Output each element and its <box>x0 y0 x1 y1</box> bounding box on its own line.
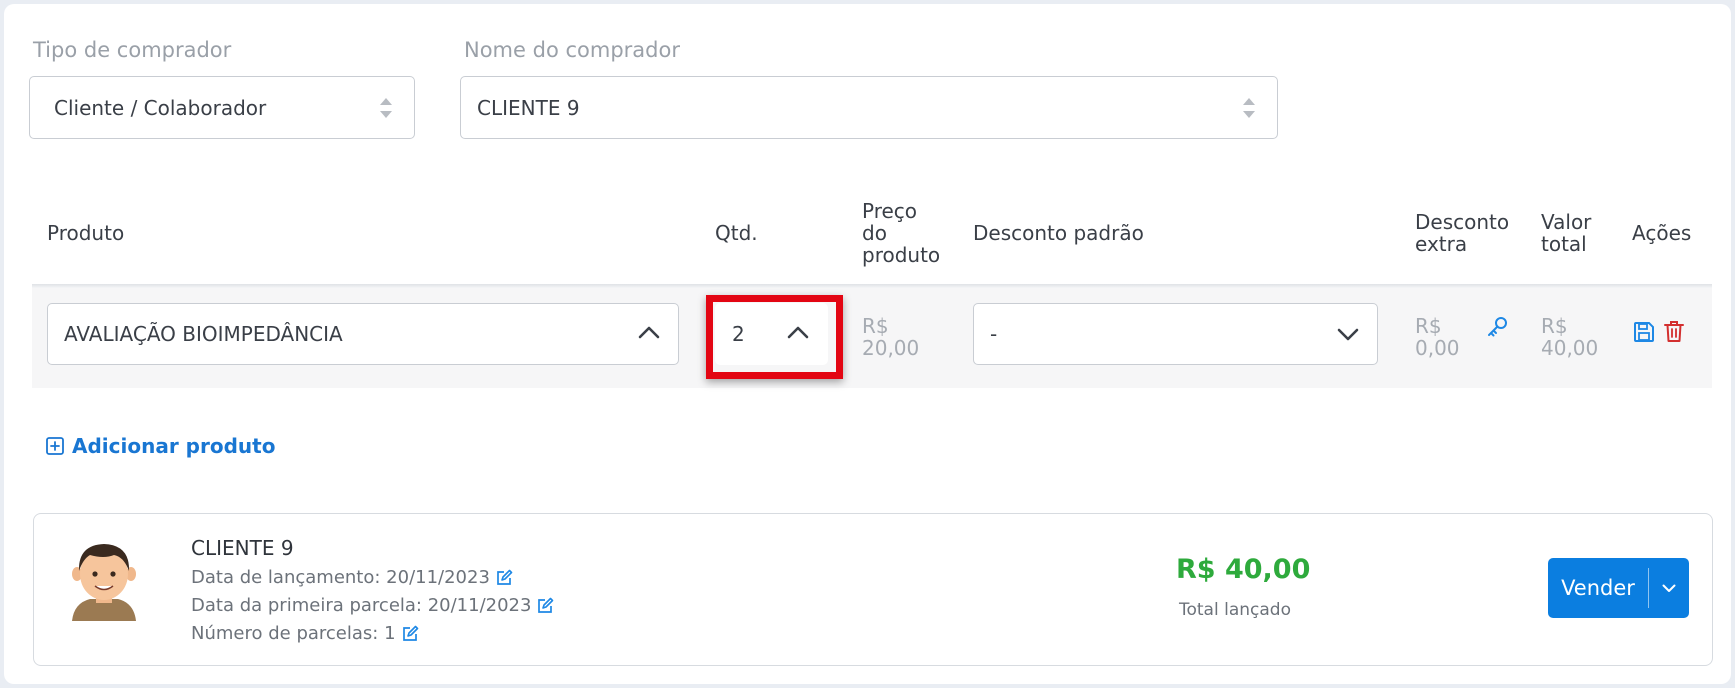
buyer-name-label: Nome do comprador <box>464 38 680 62</box>
updown-arrows-icon <box>380 98 392 118</box>
header-desconto-padrao: Desconto padrão <box>973 221 1144 245</box>
extra-value: 0,00 <box>1415 336 1460 360</box>
header-valor-line1: Valor <box>1541 210 1592 234</box>
buyer-name-select[interactable]: CLIENTE 9 <box>460 76 1278 139</box>
sale-summary: CLIENTE 9 Data de lançamento: 20/11/2023… <box>33 513 1713 666</box>
installments-text: Número de parcelas: 1 <box>191 623 396 644</box>
price-currency: R$ <box>862 314 889 338</box>
discount-select[interactable]: - <box>973 303 1378 365</box>
edit-icon[interactable] <box>496 569 513 586</box>
buyer-type-value: Cliente / Colaborador <box>54 95 267 120</box>
sell-dropdown-toggle[interactable] <box>1649 558 1689 618</box>
sale-form-card: Tipo de comprador Cliente / Colaborador … <box>4 4 1731 684</box>
edit-icon[interactable] <box>537 597 554 614</box>
buyer-type-select[interactable]: Cliente / Colaborador <box>29 76 415 139</box>
avatar <box>72 544 136 621</box>
summary-client-name: CLIENTE 9 <box>191 536 294 560</box>
sell-button-group: Vender <box>1548 558 1689 618</box>
header-valor-total: Valor total <box>1541 211 1591 255</box>
product-price: R$ 20,00 <box>862 315 919 359</box>
quantity-highlight-box <box>706 295 843 379</box>
extra-discount: R$ 0,00 <box>1415 315 1460 359</box>
discount-value: - <box>990 322 998 346</box>
edit-icon[interactable] <box>402 625 419 642</box>
plus-square-icon <box>46 437 64 455</box>
total-value: 40,00 <box>1541 336 1599 360</box>
updown-arrows-icon <box>1243 98 1255 118</box>
save-icon[interactable] <box>1633 321 1655 343</box>
header-produto: Produto <box>47 221 125 245</box>
extra-currency: R$ <box>1415 314 1442 338</box>
summary-total-value: R$ 40,00 <box>1176 554 1311 585</box>
add-product-link[interactable]: Adicionar produto <box>46 434 275 458</box>
header-extra-line2: extra <box>1415 232 1468 256</box>
buyer-name-value: CLIENTE 9 <box>477 95 580 120</box>
key-icon[interactable] <box>1485 315 1509 339</box>
header-preco-line1: Preço <box>862 199 918 223</box>
first-installment-text: Data da primeira parcela: 20/11/2023 <box>191 595 532 616</box>
header-qtd: Qtd. <box>715 221 758 245</box>
buyer-type-label: Tipo de comprador <box>33 38 232 62</box>
header-acoes: Ações <box>1632 221 1692 245</box>
summary-launch-date: Data de lançamento: 20/11/2023 <box>191 567 513 588</box>
add-product-label: Adicionar produto <box>72 434 276 458</box>
trash-icon[interactable] <box>1664 320 1684 343</box>
total-currency: R$ <box>1541 314 1568 338</box>
chevron-up-icon <box>638 326 660 339</box>
header-valor-line2: total <box>1541 232 1587 256</box>
header-preco-line2: do <box>862 221 887 245</box>
product-select[interactable]: AVALIAÇÃO BIOIMPEDÂNCIA <box>47 303 679 365</box>
launch-date-text: Data de lançamento: 20/11/2023 <box>191 567 490 588</box>
chevron-down-icon <box>1662 584 1676 592</box>
header-extra-line1: Desconto <box>1415 210 1510 234</box>
header-preco: Preço do produto <box>862 200 940 266</box>
product-value: AVALIAÇÃO BIOIMPEDÂNCIA <box>64 322 343 346</box>
header-desconto-extra: Desconto extra <box>1415 211 1509 255</box>
price-value: 20,00 <box>862 336 920 360</box>
header-preco-line3: produto <box>862 243 941 267</box>
row-total: R$ 40,00 <box>1541 315 1598 359</box>
summary-total-label: Total lançado <box>1179 600 1291 620</box>
summary-installments: Número de parcelas: 1 <box>191 623 419 644</box>
sell-button[interactable]: Vender <box>1548 558 1648 618</box>
chevron-down-icon <box>1337 328 1359 341</box>
summary-first-installment: Data da primeira parcela: 20/11/2023 <box>191 595 554 616</box>
